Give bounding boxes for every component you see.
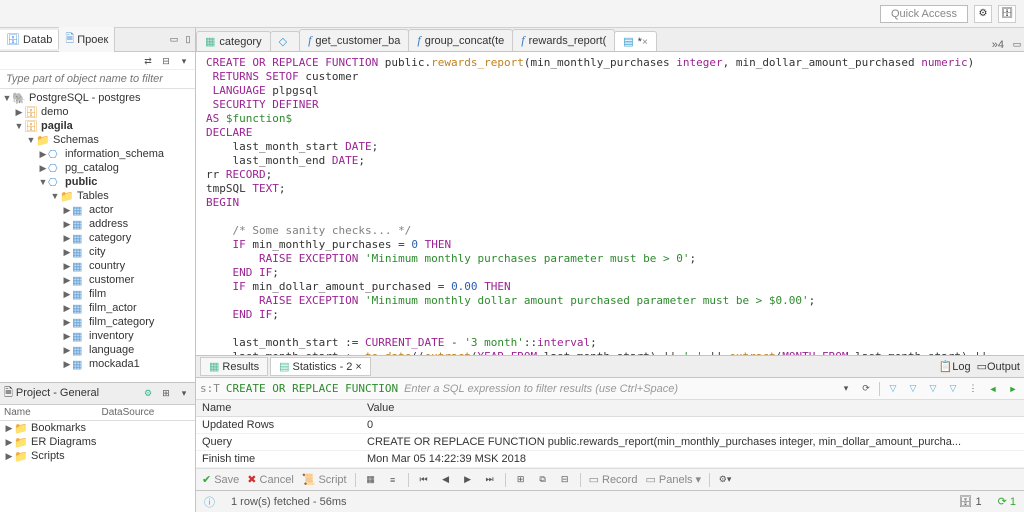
delete-row-icon[interactable]: ⊟: [558, 473, 572, 487]
tab-results[interactable]: ▦Results: [200, 357, 268, 376]
project-title: 🗎 Project - General: [4, 384, 99, 403]
filter-icon[interactable]: ▽: [906, 382, 920, 396]
link-icon[interactable]: ⇄: [141, 54, 155, 68]
gear-icon[interactable]: ⚙▾: [718, 473, 732, 487]
tree-table[interactable]: ▶▦inventory: [0, 329, 195, 343]
statistics-grid: NameValue Updated Rows0QueryCREATE OR RE…: [196, 400, 1024, 468]
perspective-icon[interactable]: ⚙: [974, 5, 992, 23]
tree-schema[interactable]: ▶⎔pg_catalog: [0, 161, 195, 175]
next-icon[interactable]: ►: [1006, 382, 1020, 396]
copy-row-icon[interactable]: ⧉: [536, 473, 550, 487]
database-navigator: ⇄ ⊟ ▾ ▼🐘PostgreSQL - postgres ▶🗄demo ▼🗄p…: [0, 52, 195, 382]
grid-icon[interactable]: ▦: [364, 473, 378, 487]
cancel-button[interactable]: ✖Cancel: [247, 473, 293, 486]
filter-icon[interactable]: ▽: [946, 382, 960, 396]
tree-table[interactable]: ▶▦film: [0, 287, 195, 301]
filter-label: CREATE OR REPLACE FUNCTION: [226, 382, 398, 395]
editor-tab[interactable]: fget_customer_ba: [299, 29, 409, 51]
tree-tables-folder[interactable]: ▼📁Tables: [0, 189, 195, 203]
tab-statistics[interactable]: ▤Statistics - 2×: [270, 357, 371, 376]
tree-schema[interactable]: ▶⎔information_schema: [0, 147, 195, 161]
first-icon[interactable]: ⏮: [417, 473, 431, 487]
settings-icon[interactable]: ⋮: [966, 382, 980, 396]
tree-table[interactable]: ▶▦country: [0, 259, 195, 273]
editor-tab[interactable]: fgroup_concat(te: [408, 29, 513, 51]
editor-tabs: ▦category◇fget_customer_bafgroup_concat(…: [196, 28, 1024, 52]
menu-icon[interactable]: ▾: [177, 387, 191, 401]
filter-icon[interactable]: ▽: [886, 382, 900, 396]
log-button[interactable]: 📋Log: [939, 360, 971, 373]
editor-tab[interactable]: ▦category: [196, 31, 271, 51]
tree-table[interactable]: ▶▦film_actor: [0, 301, 195, 315]
editor-tab[interactable]: ◇: [270, 31, 300, 51]
menu-icon[interactable]: ▾: [177, 54, 191, 68]
dropdown-icon[interactable]: ▾: [839, 382, 853, 396]
gear-icon[interactable]: ⚙: [141, 387, 155, 401]
tree-schemas-folder[interactable]: ▼📁Schemas: [0, 133, 195, 147]
prev-icon[interactable]: ◄: [986, 382, 1000, 396]
tree-table[interactable]: ▶▦category: [0, 231, 195, 245]
tree-table[interactable]: ▶▦language: [0, 343, 195, 357]
navigator-filter-input[interactable]: [0, 70, 195, 89]
project-item[interactable]: ▶📁ER Diagrams: [0, 435, 195, 449]
minimize-icon[interactable]: ▭: [167, 33, 181, 47]
tree-database[interactable]: ▼🗄pagila: [0, 119, 195, 133]
editor-tab[interactable]: frewards_report(: [512, 29, 615, 51]
stats-row[interactable]: Updated Rows0: [196, 417, 1024, 434]
tree-table[interactable]: ▶▦customer: [0, 273, 195, 287]
script-button[interactable]: 📜Script: [302, 473, 347, 486]
apply-icon[interactable]: ⟳: [859, 382, 873, 396]
refresh-indicator: ⟳ 1: [998, 495, 1016, 508]
sql-editor[interactable]: CREATE OR REPLACE FUNCTION public.reward…: [196, 52, 1024, 356]
info-icon: ⓘ: [204, 494, 215, 510]
next-icon[interactable]: ▶: [461, 473, 475, 487]
quick-access-button[interactable]: Quick Access: [880, 5, 968, 23]
project-item[interactable]: ▶📁Bookmarks: [0, 421, 195, 435]
tree-database[interactable]: ▶🗄demo: [0, 105, 195, 119]
stats-row[interactable]: QueryCREATE OR REPLACE FUNCTION public.r…: [196, 434, 1024, 451]
record-button[interactable]: ▭Record: [589, 473, 638, 486]
status-fetched: 1 row(s) fetched - 56ms: [231, 496, 347, 508]
project-col-name: Name: [0, 405, 98, 420]
last-icon[interactable]: ⏭: [483, 473, 497, 487]
tree-table[interactable]: ▶▦address: [0, 217, 195, 231]
db-perspective-icon[interactable]: 🗄: [998, 5, 1016, 23]
close-icon[interactable]: ×: [642, 37, 648, 48]
tab-projects[interactable]: 🗎Проек: [59, 27, 115, 52]
tree-connection[interactable]: ▼🐘PostgreSQL - postgres: [0, 91, 195, 105]
add-icon[interactable]: ⊞: [159, 387, 173, 401]
stats-row[interactable]: Finish timeMon Mar 05 14:22:39 MSK 2018: [196, 451, 1024, 468]
tab-database-navigator[interactable]: 🗄Datab: [0, 30, 59, 49]
editor-tab[interactable]: ▤*×: [614, 31, 657, 51]
add-row-icon[interactable]: ⊞: [514, 473, 528, 487]
tree-table[interactable]: ▶▦film_category: [0, 315, 195, 329]
close-icon[interactable]: ▯: [181, 33, 195, 47]
stats-col-name: Name: [196, 400, 361, 416]
tree-table[interactable]: ▶▦mockada1: [0, 357, 195, 371]
panels-button[interactable]: ▭Panels ▾: [645, 473, 701, 486]
tabs-overflow[interactable]: »4: [986, 39, 1010, 51]
text-icon[interactable]: ≡: [386, 473, 400, 487]
output-button[interactable]: ▭Output: [977, 360, 1020, 373]
filter-prefix: s:T: [200, 382, 220, 395]
project-item[interactable]: ▶📁Scripts: [0, 449, 195, 463]
tree-table[interactable]: ▶▦actor: [0, 203, 195, 217]
prev-icon[interactable]: ◀: [439, 473, 453, 487]
project-col-datasource: DataSource: [98, 405, 196, 420]
rows-indicator: 🗄 1: [958, 495, 981, 508]
filter-icon[interactable]: ▽: [926, 382, 940, 396]
tree-schema[interactable]: ▼⎔public: [0, 175, 195, 189]
save-button[interactable]: ✔Save: [202, 473, 239, 486]
collapse-icon[interactable]: ⊟: [159, 54, 173, 68]
minimize-icon[interactable]: ▭: [1010, 37, 1024, 51]
stats-col-value: Value: [361, 400, 1024, 416]
filter-hint-input[interactable]: Enter a SQL expression to filter results…: [404, 383, 833, 395]
tree-table[interactable]: ▶▦city: [0, 245, 195, 259]
close-icon[interactable]: ×: [355, 361, 361, 373]
